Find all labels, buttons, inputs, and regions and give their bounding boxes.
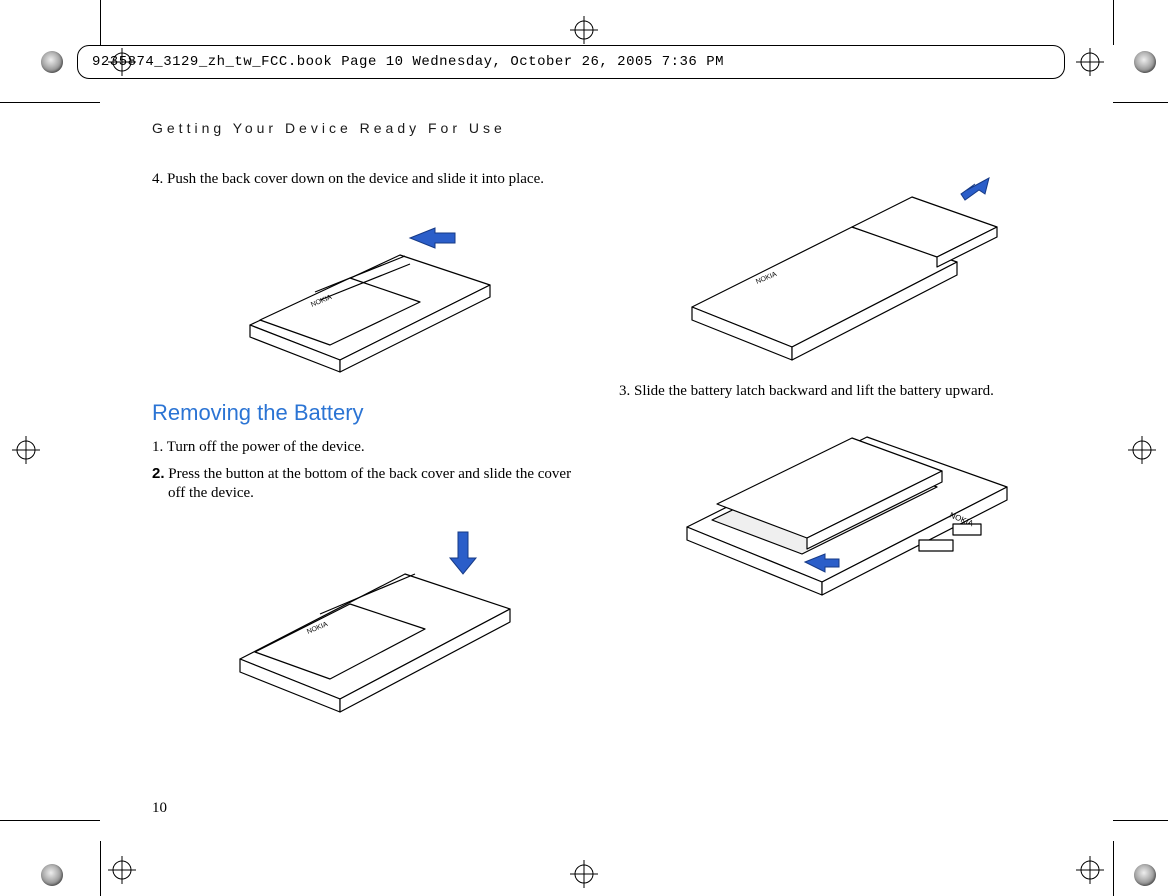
reg-disc-icon [41,864,63,886]
step-4: 4. Push the back cover down on the devic… [152,170,587,190]
column-right: NOKIA 3. Slide the battery latch backwar… [619,164,1054,734]
trim-line [1113,0,1114,45]
arrow-down-icon [450,532,476,574]
illustration-back-cover-down: NOKIA [152,200,587,380]
reg-disc-icon [1134,51,1156,73]
reg-mark-icon [12,436,40,464]
trim-line [1113,102,1168,103]
step-2-text: Press the button at the bottom of the ba… [165,466,572,502]
trim-line [1113,820,1168,821]
reg-mark-icon [1128,436,1156,464]
page-content: Getting Your Device Ready For Use 4. Pus… [152,120,1057,734]
print-header: 9235874_3129_zh_tw_FCC.book Page 10 Wedn… [77,45,1065,79]
step-3: 3. Slide the battery latch backward and … [619,382,1054,402]
trim-line [0,102,100,103]
illustration-slide-cover-off: NOKIA [619,172,1054,372]
step-1: 1. Turn off the power of the device. [152,438,587,458]
reg-mark-icon [108,48,136,76]
illustration-press-button-slide: NOKIA [152,514,587,724]
arrow-left-icon [410,228,455,248]
step-2: 2. Press the button at the bottom of the… [152,464,587,505]
trim-line [100,0,101,45]
print-header-text: 9235874_3129_zh_tw_FCC.book Page 10 Wedn… [92,54,724,70]
section-header: Getting Your Device Ready For Use [152,120,1057,136]
reg-mark-icon [570,16,598,44]
reg-mark-icon [108,856,136,884]
column-left: 4. Push the back cover down on the devic… [152,164,587,734]
trim-line [1113,841,1114,896]
reg-mark-icon [1076,48,1104,76]
trim-line [100,841,101,896]
reg-mark-icon [1076,856,1104,884]
reg-mark-icon [570,860,598,888]
sub-heading-removing-battery: Removing the Battery [152,400,587,426]
reg-disc-icon [41,51,63,73]
page-number: 10 [152,800,167,817]
illustration-lift-battery: NOKIA [619,412,1054,622]
arrow-upright-icon [961,178,989,200]
step-2-num: 2. [152,465,165,482]
trim-line [0,820,100,821]
reg-disc-icon [1134,864,1156,886]
